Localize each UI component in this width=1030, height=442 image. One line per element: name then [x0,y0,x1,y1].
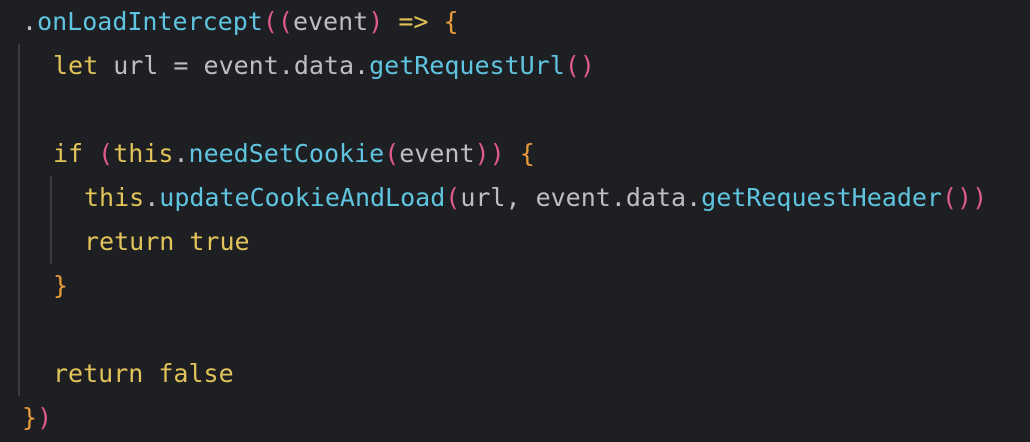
code-line[interactable]: if (this.needSetCookie(event)) { [53,132,535,176]
code-token-plain: url, event.data. [460,183,702,212]
code-token-keyword: if [53,139,84,168]
code-token-plain: . [144,183,160,212]
code-token-plain: event [292,7,369,36]
code-token-keyword: this [113,139,174,168]
indent-guide-if-block [50,176,52,264]
code-line[interactable]: return true [84,220,250,264]
code-token-paren-pink: ) [37,403,53,432]
code-token-bracket-orange: } [53,271,69,300]
code-token-bracket-orange: } [22,403,38,432]
code-line[interactable]: return false [53,352,234,396]
code-token-paren-pink: ( [445,183,461,212]
code-token-method: updateCookieAndLoad [159,183,446,212]
code-token-paren-pink: ) [368,7,384,36]
code-token-paren-pink: )) [474,139,505,168]
code-token-bracket-orange: { [443,7,459,36]
code-token-method: getRequestUrl [369,51,565,80]
code-token-paren-pink: () [564,51,595,80]
code-token-keyword: let [53,51,99,80]
code-line[interactable]: let url = event.data.getRequestUrl() [53,44,595,88]
code-token-plain: event [399,139,475,168]
code-token-keyword: return [53,359,144,388]
code-token-keyword: this [84,183,145,212]
code-token-paren-pink: ()) [941,183,988,212]
code-token-keyword: true [189,227,250,256]
code-token-keyword: false [158,359,234,388]
code-token-plain: . [22,7,38,36]
code-editor[interactable]: .onLoadIntercept((event) => {let url = e… [0,0,1030,442]
code-line[interactable]: this.updateCookieAndLoad(url, event.data… [84,176,987,220]
code-token-plain: . [173,139,189,168]
code-token-bracket-orange: { [519,139,535,168]
code-token-keyword: => [383,7,444,36]
code-token-method: onLoadIntercept [37,7,263,36]
code-line[interactable]: } [53,264,68,308]
code-token-paren-pink: ( [384,139,400,168]
code-token-method: getRequestHeader [701,183,942,212]
code-token-method: needSetCookie [188,139,385,168]
code-token-plain: url = event.data. [98,51,370,80]
code-line[interactable]: }) [22,396,52,440]
code-token-keyword: return [84,227,175,256]
indent-guide-outer [18,44,20,396]
code-line[interactable]: .onLoadIntercept((event) => { [22,0,459,44]
code-token-paren-pink: (( [262,7,293,36]
code-token-paren-pink: ( [98,139,114,168]
